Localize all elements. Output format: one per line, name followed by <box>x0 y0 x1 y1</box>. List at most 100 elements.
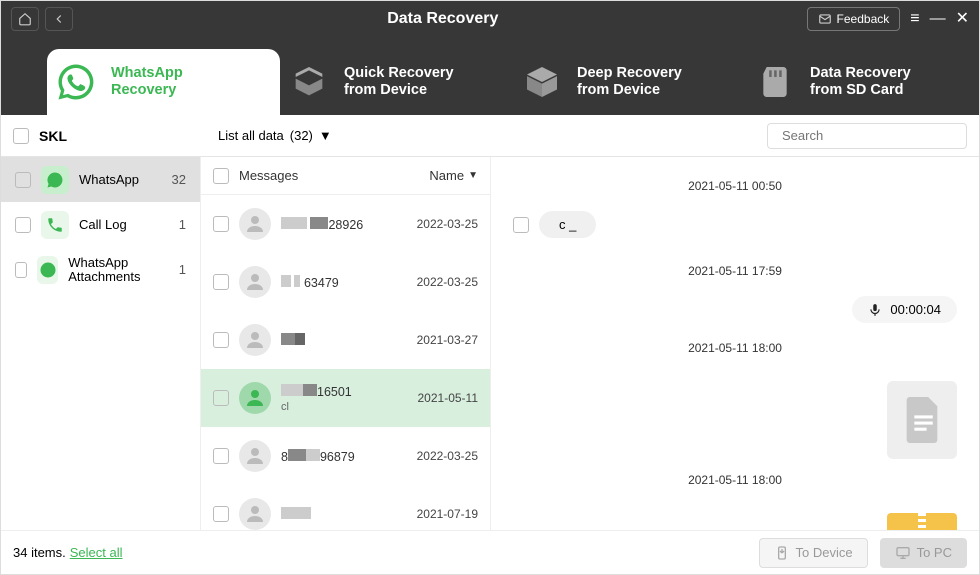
checkbox[interactable] <box>15 217 31 233</box>
tab-label: Data Recovery from SD Card <box>810 65 911 99</box>
sort-by-name[interactable]: Name ▼ <box>429 168 478 183</box>
recovery-tabs: WhatsApp Recovery Quick Recovery from De… <box>1 37 979 115</box>
voice-duration: 00:00:04 <box>890 302 941 317</box>
mail-icon <box>818 12 832 26</box>
checkbox[interactable] <box>513 217 529 233</box>
back-button[interactable] <box>45 7 73 31</box>
account-name: SKL <box>39 128 67 144</box>
filter-count: (32) <box>290 128 313 143</box>
sidebar-label: WhatsApp Attachments <box>68 256 169 284</box>
document-icon <box>887 381 957 459</box>
conversation-row[interactable]: 2021-03-27 <box>201 311 490 369</box>
conversation-row[interactable]: 63479 2022-03-25 <box>201 253 490 311</box>
search-box[interactable] <box>767 123 967 149</box>
checkbox[interactable] <box>213 506 229 522</box>
whatsapp-icon <box>53 59 99 105</box>
checkbox[interactable] <box>213 216 229 232</box>
conversation-header: Messages Name ▼ <box>201 157 490 195</box>
feedback-label: Feedback <box>837 12 890 26</box>
checkbox[interactable] <box>213 168 229 184</box>
tab-label: Deep Recovery from Device <box>577 65 682 99</box>
whatsapp-icon <box>41 166 69 194</box>
to-pc-button[interactable]: To PC <box>880 538 967 568</box>
feedback-button[interactable]: Feedback <box>807 7 901 31</box>
sidebar-count: 1 <box>179 262 186 277</box>
message-detail: 2021-05-11 00:50 c _ 2021-05-11 17:59 00… <box>491 157 979 530</box>
conversation-date: 2022-03-25 <box>417 275 478 289</box>
sdcard-icon <box>752 59 798 105</box>
incoming-message: c _ <box>513 211 957 238</box>
sidebar-label: WhatsApp <box>79 172 139 187</box>
message-bubble: c _ <box>539 211 596 238</box>
close-button[interactable]: ✕ <box>956 12 969 26</box>
avatar <box>239 324 271 356</box>
conversation-row[interactable]: 2021-07-19 <box>201 485 490 530</box>
conversation-date: 2021-07-19 <box>417 507 478 521</box>
chevron-down-icon: ▼ <box>468 170 478 181</box>
outgoing-voice-message: 00:00:04 <box>513 296 957 323</box>
avatar <box>239 498 271 530</box>
conversation-date: 2021-05-11 <box>418 391 479 405</box>
sidebar-count: 32 <box>172 172 186 187</box>
minimize-button[interactable]: — <box>930 12 946 26</box>
outgoing-zip-message <box>513 505 957 530</box>
tab-label: WhatsApp Recovery <box>111 65 183 99</box>
select-all-link[interactable]: Select all <box>70 545 123 560</box>
category-sidebar: WhatsApp 32 Call Log 1 WhatsApp Attachme… <box>1 157 201 530</box>
tab-label: Quick Recovery from Device <box>344 65 454 99</box>
chevron-down-icon: ▼ <box>319 128 332 143</box>
attachment-icon <box>37 256 58 284</box>
avatar <box>239 208 271 240</box>
avatar <box>239 382 271 414</box>
conversation-date: 2022-03-25 <box>417 449 478 463</box>
to-pc-icon <box>895 545 911 561</box>
window-title: Data Recovery <box>79 10 807 28</box>
timestamp: 2021-05-11 00:50 <box>513 179 957 193</box>
checkbox[interactable] <box>15 262 27 278</box>
outgoing-file-message <box>513 373 957 459</box>
conversation-row[interactable]: 16501cl 2021-05-11 <box>201 369 490 427</box>
avatar <box>239 266 271 298</box>
footer: 34 items. Select all To Device To PC <box>1 530 979 574</box>
tab-quick-recovery[interactable]: Quick Recovery from Device <box>280 49 513 115</box>
header: Data Recovery Feedback ≡ — ✕ WhatsApp Re… <box>1 1 979 115</box>
microphone-icon <box>868 303 882 317</box>
conversation-date: 2021-03-27 <box>417 333 478 347</box>
column-messages: Messages <box>239 168 298 183</box>
sidebar-label: Call Log <box>79 217 127 232</box>
sidebar-item-whatsapp[interactable]: WhatsApp 32 <box>1 157 200 202</box>
select-all-checkbox[interactable] <box>13 128 29 144</box>
conversation-list: Messages Name ▼ 28926 2022-03-25 63479 2… <box>201 157 491 530</box>
checkbox[interactable] <box>213 448 229 464</box>
conversation-date: 2022-03-25 <box>417 217 478 231</box>
conversation-row[interactable]: 28926 2022-03-25 <box>201 195 490 253</box>
zip-icon <box>887 513 957 530</box>
checkbox[interactable] <box>213 390 229 406</box>
timestamp: 2021-05-11 18:00 <box>513 341 957 355</box>
checkbox[interactable] <box>15 172 31 188</box>
sidebar-count: 1 <box>179 217 186 232</box>
avatar <box>239 440 271 472</box>
tab-sd-recovery[interactable]: Data Recovery from SD Card <box>746 49 979 115</box>
checkbox[interactable] <box>213 332 229 348</box>
filter-label: List all data <box>218 128 284 143</box>
search-input[interactable] <box>782 128 958 143</box>
timestamp: 2021-05-11 18:00 <box>513 473 957 487</box>
home-button[interactable] <box>11 7 39 31</box>
filter-dropdown[interactable]: List all data (32) ▼ <box>208 128 332 143</box>
checkbox[interactable] <box>213 274 229 290</box>
phone-icon <box>41 211 69 239</box>
timestamp: 2021-05-11 17:59 <box>513 264 957 278</box>
conversation-row[interactable]: 896879 2022-03-25 <box>201 427 490 485</box>
item-count: 34 items. <box>13 545 66 560</box>
tab-whatsapp-recovery[interactable]: WhatsApp Recovery <box>47 49 280 115</box>
box-icon <box>519 59 565 105</box>
to-device-button[interactable]: To Device <box>759 538 868 568</box>
device-icon <box>286 59 332 105</box>
sidebar-item-whatsapp-attachments[interactable]: WhatsApp Attachments 1 <box>1 247 200 292</box>
titlebar: Data Recovery Feedback ≡ — ✕ <box>1 1 979 37</box>
toolbar: SKL List all data (32) ▼ <box>1 115 979 157</box>
tab-deep-recovery[interactable]: Deep Recovery from Device <box>513 49 746 115</box>
menu-button[interactable]: ≡ <box>910 12 919 26</box>
sidebar-item-call-log[interactable]: Call Log 1 <box>1 202 200 247</box>
